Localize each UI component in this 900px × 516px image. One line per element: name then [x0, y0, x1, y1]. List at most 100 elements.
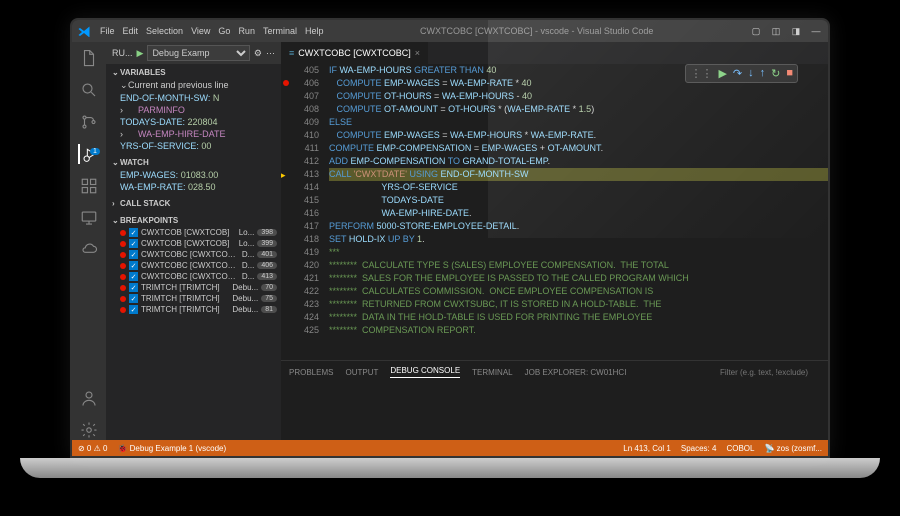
remote-icon[interactable] — [79, 208, 99, 228]
restart-icon[interactable]: ↻ — [771, 67, 780, 80]
statusbar-item[interactable]: 📡 zos (zosmf... — [764, 444, 822, 453]
statusbar-item[interactable]: Ln 413, Col 1 — [623, 444, 671, 453]
checkbox[interactable]: ✓ — [129, 261, 138, 270]
statusbar-item[interactable]: Spaces: 4 — [681, 444, 717, 453]
source-control-icon[interactable] — [79, 112, 99, 132]
drag-handle-icon[interactable]: ⋮⋮ — [690, 67, 712, 80]
account-icon[interactable] — [79, 388, 99, 408]
line-number[interactable]: ▸413 — [281, 168, 319, 181]
code-line[interactable]: ******** SALES FOR THE EMPLOYEE IS PASSE… — [329, 272, 828, 285]
panel-tab[interactable]: Debug Console — [390, 366, 460, 378]
layout-icon[interactable]: ▢ — [750, 25, 762, 37]
menu-help[interactable]: Help — [305, 26, 324, 36]
start-debug-icon[interactable]: ▶ — [137, 48, 144, 59]
debug-icon[interactable]: 1 — [78, 144, 98, 164]
variables-section[interactable]: ⌄Variables — [106, 66, 281, 79]
code-line[interactable]: ******** CALCULATE TYPE S (SALES) EMPLOY… — [329, 259, 828, 272]
checkbox[interactable]: ✓ — [129, 305, 138, 314]
code-editor[interactable]: 405406407408409410411412▸413414415416417… — [281, 64, 828, 360]
line-number[interactable]: 415 — [281, 194, 319, 207]
line-number[interactable]: 422 — [281, 285, 319, 298]
editor-tab[interactable]: ≡ CWXTCOBC [CWXTCOBC] × — [281, 42, 429, 64]
callstack-section[interactable]: ›Call Stack — [106, 197, 281, 210]
layout-panel-icon[interactable]: ◫ — [770, 25, 782, 37]
code-line[interactable]: ******** DATA IN THE HOLD-TABLE IS USED … — [329, 311, 828, 324]
line-number[interactable]: 414 — [281, 181, 319, 194]
watch-row[interactable]: EMP-WAGES: 01083.00 — [116, 169, 281, 181]
extensions-icon[interactable] — [79, 176, 99, 196]
checkbox[interactable]: ✓ — [129, 250, 138, 259]
continue-icon[interactable]: ▶ — [718, 67, 726, 80]
line-number[interactable]: 411 — [281, 142, 319, 155]
code-line[interactable]: COMPUTE OT-AMOUNT = OT-HOURS * (WA-EMP-R… — [329, 103, 828, 116]
code-line[interactable]: COMPUTE OT-HOURS = WA-EMP-HOURS - 40 — [329, 90, 828, 103]
checkbox[interactable]: ✓ — [129, 228, 138, 237]
code-line[interactable]: ******** RETURNED FROM CWXTSUBC, IT IS S… — [329, 298, 828, 311]
breakpoints-section[interactable]: ⌄Breakpoints — [106, 214, 281, 227]
line-number[interactable]: 418 — [281, 233, 319, 246]
step-over-icon[interactable]: ↷ — [733, 67, 742, 80]
menu-file[interactable]: File — [100, 26, 115, 36]
breakpoint-row[interactable]: ✓TRIMTCH [TRIMTCH]Debu...70 — [116, 282, 281, 293]
menu-go[interactable]: Go — [218, 26, 230, 36]
stop-icon[interactable]: ■ — [786, 67, 793, 80]
menu-run[interactable]: Run — [238, 26, 255, 36]
watch-section[interactable]: ⌄Watch — [106, 156, 281, 169]
variable-row[interactable]: YRS-OF-SERVICE: 00 — [116, 140, 281, 152]
more-icon[interactable]: ⋯ — [266, 48, 275, 59]
line-number[interactable]: 410 — [281, 129, 319, 142]
debug-console-body[interactable] — [281, 383, 828, 440]
variable-row[interactable]: TODAYS-DATE: 220804 — [116, 116, 281, 128]
line-number[interactable]: 412 — [281, 155, 319, 168]
code-line[interactable]: COMPUTE EMP-COMPENSATION = EMP-WAGES + O… — [329, 142, 828, 155]
line-number[interactable]: 423 — [281, 298, 319, 311]
breakpoint-row[interactable]: ✓CWXTCOB [CWXTCOB]Lo...399 — [116, 238, 281, 249]
code-line[interactable]: PERFORM 5000-STORE-EMPLOYEE-DETAIL. — [329, 220, 828, 233]
cloud-icon[interactable] — [79, 240, 99, 260]
search-icon[interactable] — [79, 80, 99, 100]
panel-tab[interactable]: Output — [345, 368, 378, 377]
line-number[interactable]: 406 — [281, 77, 319, 90]
variable-group[interactable]: ⌄Current and previous line — [116, 79, 281, 92]
menu-terminal[interactable]: Terminal — [263, 26, 297, 36]
line-number[interactable]: 425 — [281, 324, 319, 337]
line-number[interactable]: 419 — [281, 246, 319, 259]
breakpoint-row[interactable]: ✓CWXTCOBC [CWXTCOBC]D...406 — [116, 260, 281, 271]
explorer-icon[interactable] — [79, 48, 99, 68]
code-line[interactable]: COMPUTE EMP-WAGES = WA-EMP-HOURS * WA-EM… — [329, 129, 828, 142]
config-gear-icon[interactable]: ⚙ — [254, 48, 262, 59]
menu-view[interactable]: View — [191, 26, 210, 36]
close-icon[interactable]: × — [415, 48, 420, 58]
statusbar-item[interactable]: COBOL — [726, 444, 754, 453]
line-number[interactable]: 405 — [281, 64, 319, 77]
code-line[interactable]: YRS-OF-SERVICE — [329, 181, 828, 194]
step-into-icon[interactable]: ↓ — [748, 67, 754, 80]
menu-edit[interactable]: Edit — [123, 26, 139, 36]
variable-row[interactable]: ›WA-EMP-HIRE-DATE — [116, 128, 281, 140]
panel-tab[interactable]: Problems — [289, 368, 333, 377]
panel-tab[interactable]: Terminal — [472, 368, 512, 377]
code-line[interactable]: WA-EMP-HIRE-DATE. — [329, 207, 828, 220]
line-number[interactable]: 408 — [281, 103, 319, 116]
watch-row[interactable]: WA-EMP-RATE: 028.50 — [116, 181, 281, 193]
line-number[interactable]: 424 — [281, 311, 319, 324]
breakpoint-row[interactable]: ✓CWXTCOB [CWXTCOB]Lo...398 — [116, 227, 281, 238]
checkbox[interactable]: ✓ — [129, 272, 138, 281]
breakpoint-row[interactable]: ✓TRIMTCH [TRIMTCH]Debu...75 — [116, 293, 281, 304]
checkbox[interactable]: ✓ — [129, 294, 138, 303]
line-number[interactable]: 409 — [281, 116, 319, 129]
code-line[interactable]: ELSE — [329, 116, 828, 129]
statusbar-item[interactable]: ⊘ 0 ⚠ 0 — [78, 444, 107, 453]
line-number[interactable]: 421 — [281, 272, 319, 285]
breakpoint-row[interactable]: ✓TRIMTCH [TRIMTCH]Debu...81 — [116, 304, 281, 315]
layout-sidebar-icon[interactable]: ◨ — [790, 25, 802, 37]
code-line[interactable]: ******** CALCULATES COMMISSION. ONCE EMP… — [329, 285, 828, 298]
variable-row[interactable]: END-OF-MONTH-SW: N — [116, 92, 281, 104]
code-line[interactable]: *** — [329, 246, 828, 259]
code-line[interactable]: SET HOLD-IX UP BY 1. — [329, 233, 828, 246]
code-line[interactable]: TODAYS-DATE — [329, 194, 828, 207]
checkbox[interactable]: ✓ — [129, 283, 138, 292]
statusbar-item[interactable]: 🐞 Debug Example 1 (vscode) — [117, 444, 226, 453]
line-number[interactable]: 417 — [281, 220, 319, 233]
variable-row[interactable]: ›PARMINFO — [116, 104, 281, 116]
